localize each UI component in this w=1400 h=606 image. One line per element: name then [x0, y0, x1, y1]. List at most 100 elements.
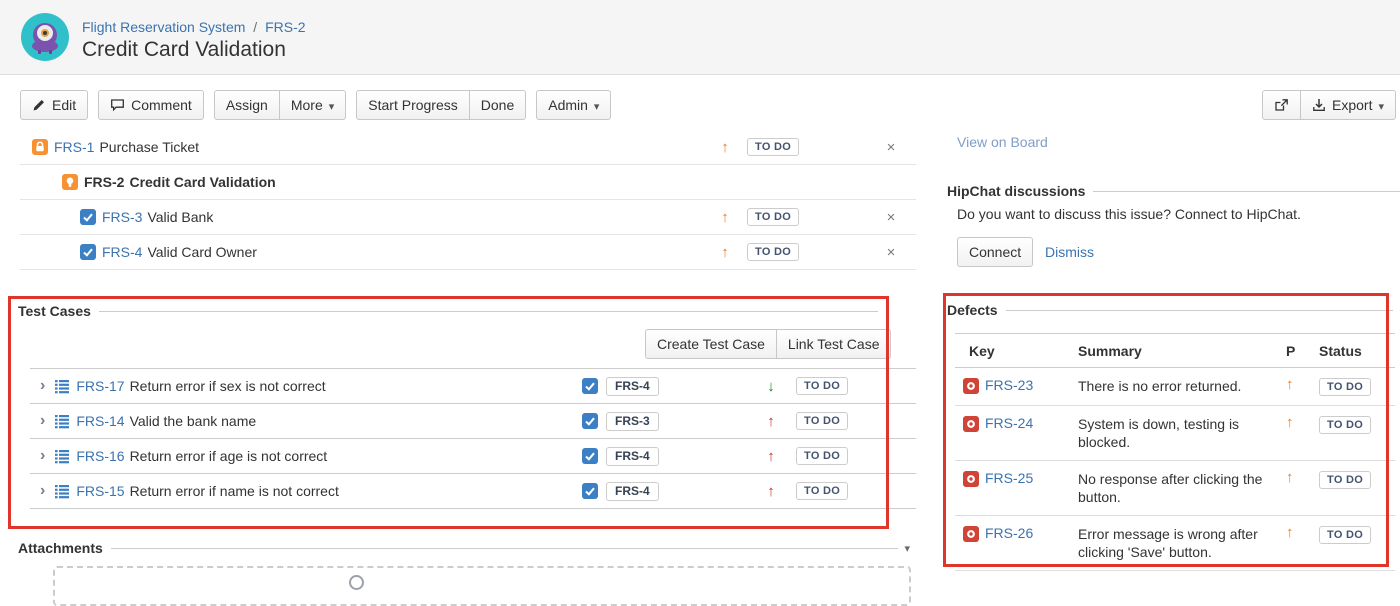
close-icon[interactable]: [880, 139, 902, 156]
page-header: Flight Reservation System / FRS-2 Credit…: [0, 0, 1400, 75]
status-badge: TO DO: [747, 208, 799, 226]
priority-up-icon: [1286, 415, 1319, 430]
priority-up-icon: [1286, 525, 1319, 540]
defect-key-link[interactable]: FRS-23: [985, 377, 1033, 393]
test-case-summary: Return error if name is not correct: [130, 483, 339, 499]
project-avatar: [21, 13, 69, 61]
issue-key-link[interactable]: FRS-3: [102, 209, 142, 225]
bug-icon: [963, 471, 979, 487]
subtask-check-icon: [582, 413, 598, 429]
issue-summary: Credit Card Validation: [129, 174, 275, 190]
subtask-check-icon: [582, 483, 598, 499]
link-test-case-button[interactable]: Link Test Case: [777, 329, 892, 359]
comment-button[interactable]: Comment: [98, 90, 204, 120]
comment-bubble-icon: [110, 98, 125, 112]
page-title: Credit Card Validation: [82, 38, 286, 62]
status-badge: TO DO: [747, 243, 799, 261]
workflow-group: Start Progress Done: [356, 90, 526, 120]
more-button-label: More: [291, 97, 323, 113]
edit-button[interactable]: Edit: [20, 90, 88, 120]
chevron-right-icon[interactable]: [40, 378, 45, 394]
create-test-case-button[interactable]: Create Test Case: [645, 329, 777, 359]
done-button[interactable]: Done: [470, 90, 526, 120]
issue-row: FRS-1 Purchase Ticket TO DO: [20, 130, 916, 165]
more-dropdown-button[interactable]: More: [280, 90, 346, 120]
issue-key-link[interactable]: FRS-1: [54, 139, 94, 155]
test-case-icon: [54, 378, 70, 394]
issue-row: FRS-3 Valid Bank TO DO: [20, 200, 916, 235]
linked-issue-badge[interactable]: FRS-4: [606, 377, 659, 396]
status-badge: TO DO: [1319, 378, 1371, 396]
chevron-down-icon: [1378, 97, 1384, 113]
attachment-dropzone[interactable]: [53, 566, 911, 606]
assign-more-group: Assign More: [214, 90, 346, 120]
priority-up-icon: [760, 449, 782, 464]
breadcrumb-project-link[interactable]: Flight Reservation System: [82, 19, 245, 35]
bug-icon: [963, 416, 979, 432]
toolbar: Edit Comment Assign More Start Progress …: [20, 90, 1396, 120]
issue-summary: Valid Bank: [147, 209, 213, 225]
linked-issue-badge[interactable]: FRS-4: [606, 482, 659, 501]
defect-key-link[interactable]: FRS-25: [985, 470, 1033, 486]
done-button-label: Done: [481, 97, 514, 113]
comment-button-label: Comment: [131, 97, 192, 113]
assign-button[interactable]: Assign: [214, 90, 280, 120]
test-cases-section-heading: Test Cases: [18, 303, 878, 319]
test-case-icon: [54, 448, 70, 464]
heading-divider: [1006, 310, 1393, 311]
status-badge: TO DO: [796, 482, 848, 500]
chevron-right-icon[interactable]: [40, 483, 45, 499]
issue-summary: Purchase Ticket: [99, 139, 199, 155]
chevron-right-icon[interactable]: [40, 448, 45, 464]
issue-key: FRS-2: [84, 174, 124, 190]
test-case-key-link[interactable]: FRS-15: [76, 483, 124, 499]
defects-section-heading: Defects: [947, 302, 1393, 318]
defects-heading: Defects: [947, 302, 998, 318]
defect-summary: Error message is wrong after clicking 'S…: [1078, 525, 1286, 561]
admin-dropdown-button[interactable]: Admin: [536, 90, 611, 120]
start-progress-button[interactable]: Start Progress: [356, 90, 469, 120]
share-button[interactable]: [1262, 90, 1301, 120]
test-case-key-link[interactable]: FRS-14: [76, 413, 124, 429]
dismiss-link[interactable]: Dismiss: [1045, 244, 1094, 260]
issue-key-link[interactable]: FRS-4: [102, 244, 142, 260]
linked-issue-badge[interactable]: FRS-4: [606, 447, 659, 466]
create-test-case-label: Create Test Case: [657, 336, 765, 352]
defect-summary: No response after clicking the button.: [1078, 470, 1286, 506]
priority-up-icon: [1286, 377, 1319, 392]
view-on-board-link[interactable]: View on Board: [957, 134, 1048, 150]
defect-key-link[interactable]: FRS-26: [985, 525, 1033, 541]
heading-divider: [111, 548, 899, 549]
test-case-key-link[interactable]: FRS-16: [76, 448, 124, 464]
share-icon: [1274, 98, 1289, 112]
hipchat-heading: HipChat discussions: [947, 183, 1085, 199]
chevron-down-icon: [594, 97, 600, 113]
defects-table-header: Key Summary P Status: [955, 333, 1395, 368]
export-dropdown-button[interactable]: Export: [1301, 90, 1396, 120]
priority-up-icon: [760, 484, 782, 499]
bulb-icon: [62, 174, 78, 190]
priority-up-icon: [714, 140, 736, 155]
test-case-key-link[interactable]: FRS-17: [76, 378, 124, 394]
subtask-check-icon: [582, 448, 598, 464]
collapse-caret-icon[interactable]: ▾: [904, 542, 910, 555]
defects-table: Key Summary P Status FRS-23 There is no …: [955, 333, 1395, 571]
share-export-group: Export: [1262, 90, 1396, 120]
breadcrumb-separator: /: [253, 19, 257, 35]
defect-row: FRS-25 No response after clicking the bu…: [955, 461, 1395, 516]
connect-button[interactable]: Connect: [957, 237, 1033, 267]
close-icon[interactable]: [880, 244, 902, 261]
admin-button-label: Admin: [548, 97, 588, 113]
defect-key-link[interactable]: FRS-24: [985, 415, 1033, 431]
breadcrumb-issue-link[interactable]: FRS-2: [265, 19, 305, 35]
linked-issue-badge[interactable]: FRS-3: [606, 412, 659, 431]
subtask-check-icon: [582, 378, 598, 394]
test-case-summary: Return error if sex is not correct: [130, 378, 326, 394]
defect-summary: There is no error returned.: [1078, 377, 1286, 395]
close-icon[interactable]: [880, 209, 902, 226]
bug-icon: [963, 378, 979, 394]
export-download-icon: [1312, 98, 1326, 112]
chevron-right-icon[interactable]: [40, 413, 45, 429]
priority-up-icon: [714, 210, 736, 225]
edit-button-label: Edit: [52, 97, 76, 113]
